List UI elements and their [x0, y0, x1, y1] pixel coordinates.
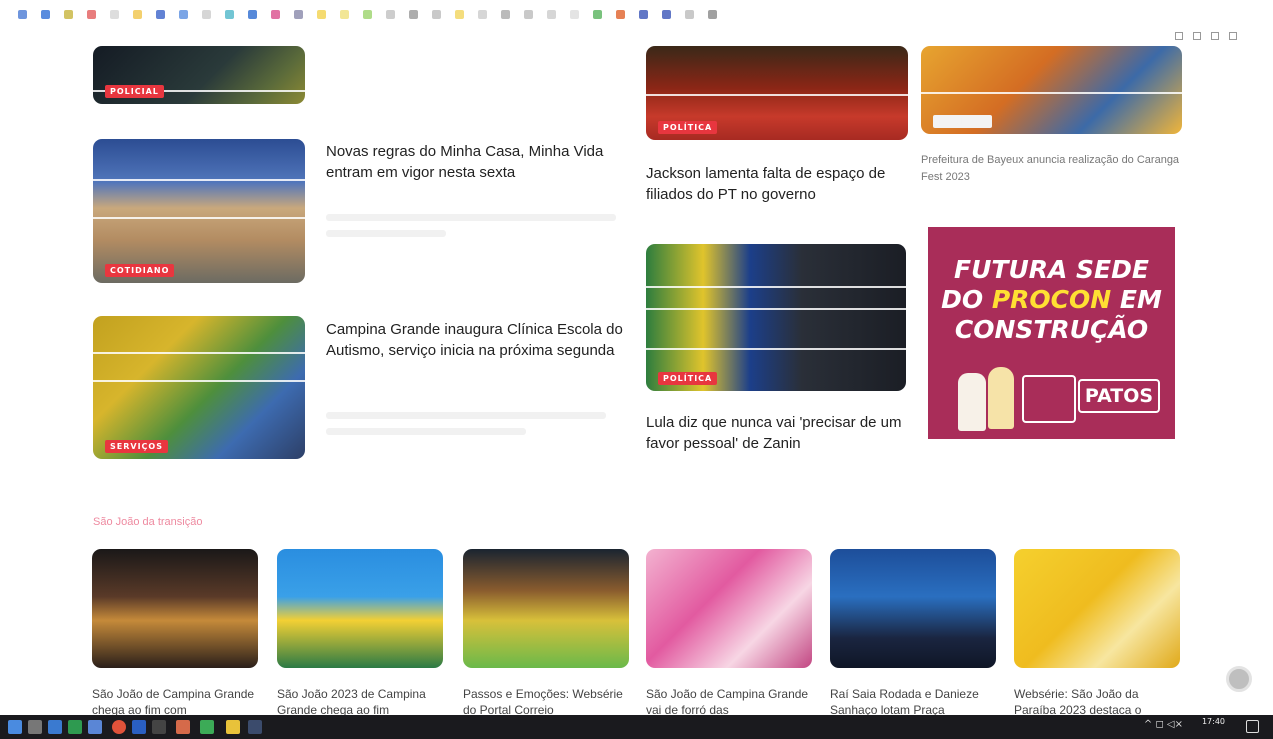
article-image-lula[interactable]: POLÍTICA [646, 244, 906, 391]
article-image-policial[interactable]: POLICIAL [93, 46, 305, 104]
bookmark-favicon-icon[interactable] [133, 9, 142, 19]
bookmark-favicon-icon[interactable] [271, 9, 280, 19]
article-headline[interactable]: Lula diz que nunca vai 'precisar de um f… [646, 412, 911, 454]
bookmark-favicon-icon[interactable] [340, 9, 349, 19]
bookmark-favicon-icon[interactable] [87, 9, 96, 19]
patos-brand: PATOS [1078, 379, 1160, 413]
taskbar: ^ ◻ ◁× 17:40 [0, 715, 1273, 739]
chrome-icon[interactable] [112, 720, 126, 734]
article-image-jackson[interactable]: POLÍTICA [646, 46, 908, 140]
bookmark-favicon-icon[interactable] [156, 9, 165, 19]
bookmarks-bar [0, 0, 1273, 28]
patos-logo-icon [1022, 375, 1076, 423]
worker-illustration [988, 367, 1014, 429]
app-icon[interactable] [68, 720, 82, 734]
chat-icon[interactable] [1226, 666, 1252, 692]
promo-line: FUTURA SEDE [954, 255, 1149, 284]
video-thumbnail[interactable] [646, 549, 812, 668]
video-thumbnail[interactable] [1014, 549, 1180, 668]
video-caption[interactable]: São João 2023 de Campina Grande chega ao… [277, 686, 445, 716]
category-tag[interactable]: COTIDIANO [105, 264, 175, 277]
bookmark-favicon-icon[interactable] [547, 9, 556, 19]
video-thumbnail[interactable] [830, 549, 996, 668]
app-icon[interactable] [132, 720, 146, 734]
bookmark-favicon-icon[interactable] [317, 9, 326, 19]
bookmark-favicon-icon[interactable] [202, 9, 211, 19]
bookmark-favicon-icon[interactable] [18, 9, 27, 19]
bookmark-favicon-icon[interactable] [179, 9, 188, 19]
article-summary [326, 428, 526, 435]
extension-icon[interactable] [1193, 32, 1201, 40]
app-icon[interactable] [88, 720, 102, 734]
video-caption[interactable]: Raí Saia Rodada e Danieze Sanhaço lotam … [830, 686, 998, 716]
search-icon[interactable] [28, 720, 42, 734]
clock[interactable]: 17:40 [1202, 717, 1225, 726]
bookmark-favicon-icon[interactable] [41, 9, 50, 19]
bookmark-favicon-icon[interactable] [110, 9, 119, 19]
profile-icon[interactable] [1229, 32, 1237, 40]
category-tag[interactable]: SERVIÇOS [105, 440, 168, 453]
bookmark-favicon-icon[interactable] [570, 9, 579, 19]
bookmark-favicon-icon[interactable] [363, 9, 372, 19]
video-caption[interactable]: Websérie: São João da Paraíba 2023 desta… [1014, 686, 1182, 716]
article-headline[interactable]: Jackson lamenta falta de espaço de filia… [646, 163, 911, 205]
category-tag[interactable]: TURISMO [933, 115, 992, 128]
article-headline[interactable]: Campina Grande inaugura Clínica Escola d… [326, 319, 626, 361]
video-caption[interactable]: Passos e Emoções: Websérie do Portal Cor… [463, 686, 631, 716]
article-image-servicos[interactable]: SERVIÇOS [93, 316, 305, 459]
article-image-caranga[interactable]: TURISMO [921, 46, 1182, 134]
category-tag[interactable]: POLÍTICA [658, 121, 718, 134]
bookmark-favicon-icon[interactable] [225, 9, 234, 19]
bookmark-favicon-icon[interactable] [708, 9, 717, 19]
bookmark-favicon-icon[interactable] [593, 9, 602, 19]
folder-icon[interactable] [226, 720, 240, 734]
app-icon[interactable] [200, 720, 214, 734]
bookmark-icon[interactable] [1175, 32, 1183, 40]
bookmark-favicon-icon[interactable] [386, 9, 395, 19]
article-headline[interactable]: Prefeitura de Bayeux anuncia realização … [921, 152, 1183, 186]
video-thumbnail[interactable] [463, 549, 629, 668]
article-summary [326, 230, 446, 237]
promo-line: CONSTRUÇÃO [954, 315, 1149, 344]
bookmark-favicon-icon[interactable] [662, 9, 671, 19]
system-tray[interactable]: ^ ◻ ◁× [1144, 719, 1183, 730]
bookmark-favicon-icon[interactable] [524, 9, 533, 19]
bookmark-favicon-icon[interactable] [616, 9, 625, 19]
app-icon[interactable] [176, 720, 190, 734]
notification-icon[interactable] [1246, 720, 1259, 733]
task-view-icon[interactable] [48, 720, 62, 734]
bookmark-favicon-icon[interactable] [248, 9, 257, 19]
promo-line: DO PROCON EM [941, 285, 1162, 314]
video-thumbnail[interactable] [92, 549, 258, 668]
bookmark-favicon-icon[interactable] [294, 9, 303, 19]
video-caption[interactable]: São João de Campina Grande vai de forró … [646, 686, 814, 716]
bookmark-favicon-icon[interactable] [455, 9, 464, 19]
bookmark-favicon-icon[interactable] [501, 9, 510, 19]
bookmark-favicon-icon[interactable] [685, 9, 694, 19]
toolbar-strip [0, 28, 1273, 46]
bookmark-favicon-icon[interactable] [64, 9, 73, 19]
bookmark-favicon-icon[interactable] [409, 9, 418, 19]
sidebar-icon[interactable] [1211, 32, 1219, 40]
article-headline[interactable]: Novas regras do Minha Casa, Minha Vida e… [326, 141, 626, 183]
video-caption[interactable]: São João de Campina Grande chega ao fim … [92, 686, 260, 716]
article-summary [326, 412, 606, 419]
category-tag[interactable]: POLICIAL [105, 85, 164, 98]
article-image-cotidiano[interactable]: COTIDIANO [93, 139, 305, 283]
video-thumbnail[interactable] [277, 549, 443, 668]
procon-advertisement[interactable]: FUTURA SEDE DO PROCON EM CONSTRUÇÃO PATO… [928, 227, 1175, 439]
category-tag[interactable]: POLÍTICA [658, 372, 718, 385]
worker-illustration [958, 373, 986, 431]
app-icon[interactable] [152, 720, 166, 734]
bookmark-favicon-icon[interactable] [639, 9, 648, 19]
start-icon[interactable] [8, 720, 22, 734]
article-summary [326, 214, 616, 221]
bookmark-favicon-icon[interactable] [432, 9, 441, 19]
section-title[interactable]: São João da transição [93, 516, 202, 528]
bookmark-favicon-icon[interactable] [478, 9, 487, 19]
app-icon[interactable] [248, 720, 262, 734]
